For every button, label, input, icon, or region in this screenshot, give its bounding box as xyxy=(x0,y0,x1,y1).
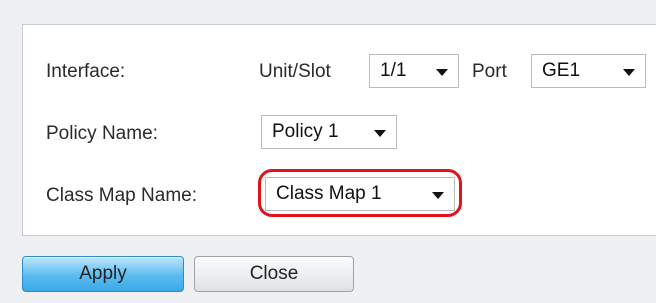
qos-policy-binding-dialog: Interface: Unit/Slot 1/1 Port GE1 Policy… xyxy=(0,0,656,303)
interface-label: Interface: xyxy=(46,61,126,82)
port-select[interactable]: GE1 xyxy=(531,54,646,88)
unit-slot-select[interactable]: 1/1 xyxy=(369,54,459,88)
port-value: GE1 xyxy=(542,60,581,81)
policy-name-select[interactable]: Policy 1 xyxy=(261,115,397,149)
chevron-down-icon xyxy=(623,69,635,76)
apply-button[interactable]: Apply xyxy=(22,256,184,292)
chevron-down-icon xyxy=(436,69,448,76)
policy-name-value: Policy 1 xyxy=(272,121,339,142)
unit-slot-value: 1/1 xyxy=(380,60,407,81)
unit-slot-label: Unit/Slot xyxy=(259,61,331,82)
port-label: Port xyxy=(472,61,507,82)
class-map-name-label: Class Map Name: xyxy=(46,185,197,206)
chevron-down-icon xyxy=(374,130,386,137)
class-map-highlight-outline xyxy=(258,169,462,217)
policy-name-label: Policy Name: xyxy=(46,123,158,144)
close-button[interactable]: Close xyxy=(194,256,354,292)
